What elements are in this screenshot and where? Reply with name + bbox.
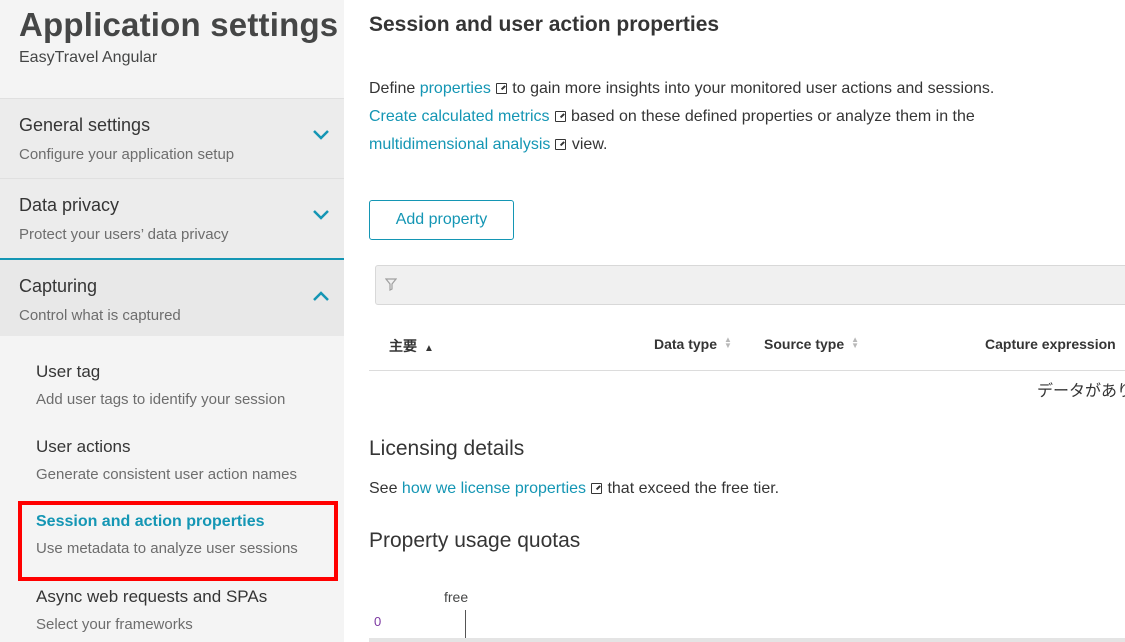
multidimensional-analysis-link[interactable]: multidimensional analysis xyxy=(369,136,550,153)
section-description: Configure your application setup xyxy=(19,146,235,163)
external-link-icon[interactable] xyxy=(591,483,603,494)
column-header-capture-expression[interactable]: Capture expression xyxy=(985,336,1116,352)
external-link-icon[interactable] xyxy=(554,111,566,122)
chevron-up-icon[interactable] xyxy=(312,290,330,302)
column-header-label: 主要 xyxy=(389,338,417,354)
sort-ascending-icon: ▲ xyxy=(424,343,434,354)
sidebar-item-description: Generate consistent user action names xyxy=(36,466,297,483)
app-name: EasyTravel Angular xyxy=(19,49,158,66)
chevron-down-icon[interactable] xyxy=(312,209,330,221)
sort-icon: ▲ ▼ xyxy=(851,335,860,350)
filter-icon xyxy=(384,278,398,296)
add-property-button[interactable]: Add property xyxy=(369,200,514,240)
license-properties-link[interactable]: how we license properties xyxy=(402,480,586,497)
intro-text-part: Define xyxy=(369,80,420,97)
section-title: Capturing xyxy=(19,276,98,296)
chevron-down-icon[interactable] xyxy=(312,129,330,141)
sidebar-item-async-web-requests[interactable]: Async web requests and SPAs Select your … xyxy=(36,587,336,633)
sidebar-item-label: User actions xyxy=(36,437,131,456)
app-settings-title: Application settings xyxy=(19,6,339,43)
filter-input[interactable] xyxy=(375,265,1125,305)
column-header-key[interactable]: 主要 ▲ xyxy=(389,336,434,356)
quota-chart-baseline xyxy=(369,638,1125,642)
column-header-label: Capture expression xyxy=(985,336,1116,352)
column-header-source-type[interactable]: Source type ▲ ▼ xyxy=(764,335,860,353)
section-data-privacy[interactable]: Data privacy Protect your users’ data pr… xyxy=(0,178,344,259)
sidebar-item-label: User tag xyxy=(36,362,101,381)
sidebar-item-description: Add user tags to identify your session xyxy=(36,391,286,408)
property-usage-quotas-heading: Property usage quotas xyxy=(369,529,581,552)
capturing-sub-menu: User tag Add user tags to identify your … xyxy=(0,336,344,642)
external-link-icon[interactable] xyxy=(555,139,567,150)
sidebar-item-user-tag[interactable]: User tag Add user tags to identify your … xyxy=(36,362,336,408)
licensing-text-part: See xyxy=(369,480,402,497)
properties-link[interactable]: properties xyxy=(420,80,491,97)
section-title: Data privacy xyxy=(19,195,120,215)
sidebar-item-user-actions[interactable]: User actions Generate consistent user ac… xyxy=(36,437,336,483)
selection-highlight-box xyxy=(18,501,338,581)
page-title: Session and user action properties xyxy=(369,13,720,36)
sort-icon: ▲ ▼ xyxy=(724,335,732,350)
section-general-settings[interactable]: General settings Configure your applicat… xyxy=(0,98,344,179)
table-divider xyxy=(369,370,1125,371)
external-link-icon[interactable] xyxy=(495,83,507,94)
licensing-text: See how we license properties that excee… xyxy=(369,480,779,498)
quota-chart-series-label: free xyxy=(444,589,469,605)
sidebar-item-label: Async web requests and SPAs xyxy=(36,587,268,606)
section-capturing[interactable]: Capturing Control what is captured xyxy=(0,258,344,338)
intro-text-part: to gain more insights into your monitore… xyxy=(507,80,995,97)
calculated-metrics-link[interactable]: Create calculated metrics xyxy=(369,108,550,125)
column-header-data-type[interactable]: Data type ▲ ▼ xyxy=(654,335,732,353)
intro-text: Define properties to gain more insights … xyxy=(369,75,1109,159)
section-description: Control what is captured xyxy=(19,307,181,324)
column-header-label: Data type xyxy=(654,336,718,352)
licensing-details-heading: Licensing details xyxy=(369,437,525,460)
intro-text-part: based on these defined properties or ana… xyxy=(566,108,975,125)
column-header-label: Source type xyxy=(764,336,845,352)
licensing-text-part: that exceed the free tier. xyxy=(603,480,780,497)
section-description: Protect your users’ data privacy xyxy=(19,226,229,243)
intro-text-part: view. xyxy=(567,136,608,153)
no-data-message: データがあり xyxy=(1037,383,1125,400)
quota-chart-axis-label: 0 xyxy=(374,614,382,629)
sidebar-item-description: Select your frameworks xyxy=(36,616,193,633)
section-title: General settings xyxy=(19,115,151,135)
main-content: Session and user action properties Defin… xyxy=(344,0,1125,642)
